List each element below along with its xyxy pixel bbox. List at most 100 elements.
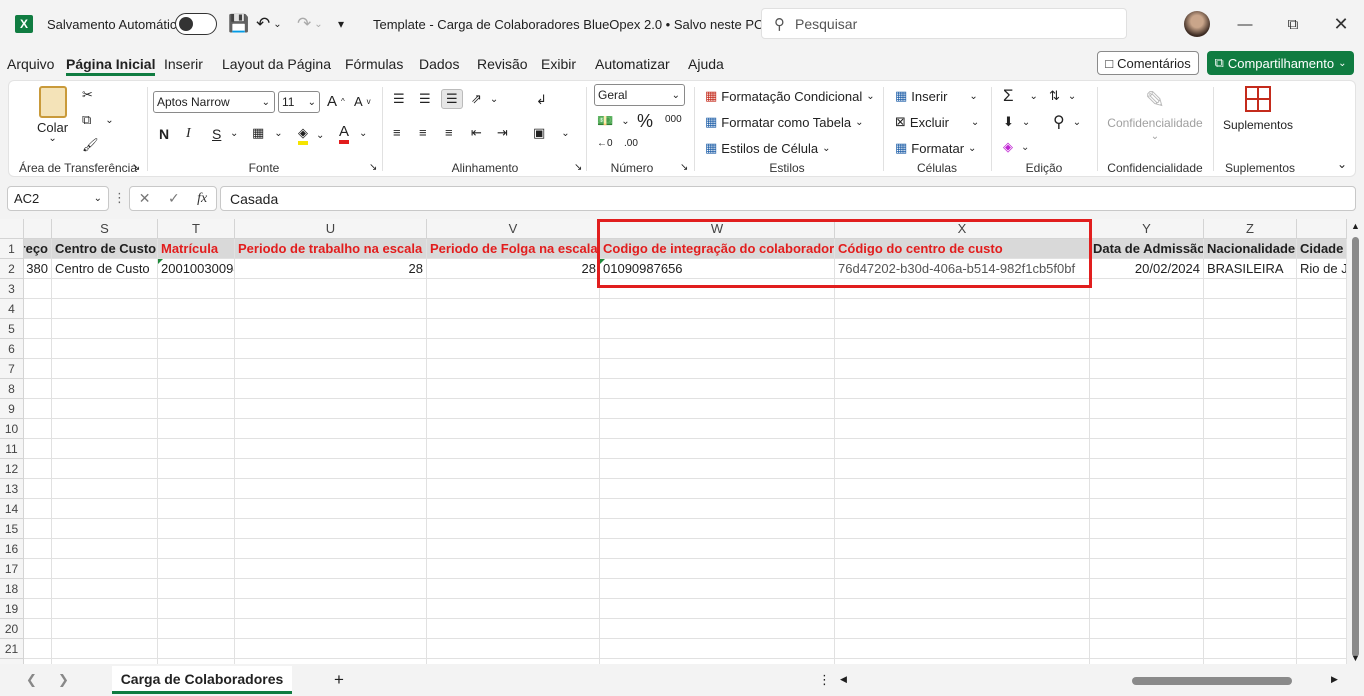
table-cell[interactable]: [1204, 459, 1297, 479]
close-icon[interactable]: ✕: [1326, 10, 1356, 38]
table-cell[interactable]: [158, 599, 235, 619]
table-cell[interactable]: [158, 639, 235, 659]
table-cell[interactable]: [600, 659, 835, 664]
data-cell[interactable]: 20/02/2024: [1090, 259, 1204, 279]
format-painter-icon[interactable]: 🖌: [82, 137, 99, 153]
table-cell[interactable]: [235, 439, 427, 459]
table-cell[interactable]: [1090, 519, 1204, 539]
quick-access-dropdown-icon[interactable]: ▾: [338, 0, 344, 48]
table-cell[interactable]: [158, 379, 235, 399]
conditional-format-button[interactable]: ▦ Formatação Condicional ⌄: [705, 88, 875, 104]
table-cell[interactable]: [235, 339, 427, 359]
table-cell[interactable]: [235, 299, 427, 319]
table-cell[interactable]: [427, 279, 600, 299]
insert-cells-button[interactable]: ▦ Inserir ⌄: [895, 88, 978, 104]
table-cell[interactable]: [1297, 299, 1347, 319]
table-cell[interactable]: [1204, 579, 1297, 599]
column-header[interactable]: Z: [1204, 219, 1297, 239]
formula-input[interactable]: Casada: [220, 186, 1356, 211]
table-cell[interactable]: [427, 579, 600, 599]
header-cell[interactable]: reço: [24, 239, 52, 259]
collapse-ribbon-icon[interactable]: ⌄: [1337, 157, 1347, 171]
table-cell[interactable]: [835, 319, 1090, 339]
column-header[interactable]: X: [835, 219, 1090, 239]
table-cell[interactable]: [24, 639, 52, 659]
add-sheet-button[interactable]: +: [334, 670, 344, 690]
table-cell[interactable]: [600, 559, 835, 579]
table-cell[interactable]: [835, 279, 1090, 299]
table-cell[interactable]: [52, 599, 158, 619]
table-cell[interactable]: [600, 299, 835, 319]
table-cell[interactable]: [600, 319, 835, 339]
table-cell[interactable]: [1297, 559, 1347, 579]
table-cell[interactable]: [600, 359, 835, 379]
table-cell[interactable]: [235, 639, 427, 659]
paste-button[interactable]: Colar ⌄: [37, 86, 68, 144]
table-cell[interactable]: [52, 499, 158, 519]
table-cell[interactable]: [24, 359, 52, 379]
table-cell[interactable]: [600, 579, 835, 599]
table-cell[interactable]: [158, 459, 235, 479]
table-cell[interactable]: [1204, 419, 1297, 439]
table-cell[interactable]: [427, 339, 600, 359]
table-cell[interactable]: [1297, 439, 1347, 459]
table-cell[interactable]: [1204, 539, 1297, 559]
table-cell[interactable]: [835, 339, 1090, 359]
increase-indent-icon[interactable]: ⇥: [497, 125, 508, 141]
table-cell[interactable]: [158, 619, 235, 639]
menu-pagina-inicial[interactable]: Página Inicial: [66, 56, 156, 76]
increase-decimal-icon[interactable]: ←0: [597, 138, 613, 149]
table-cell[interactable]: [235, 399, 427, 419]
menu-formulas[interactable]: Fórmulas: [345, 56, 403, 72]
row-header[interactable]: 17: [0, 559, 24, 579]
table-cell[interactable]: [24, 379, 52, 399]
table-cell[interactable]: [1204, 279, 1297, 299]
table-cell[interactable]: [235, 459, 427, 479]
currency-icon[interactable]: 💵 ⌄: [597, 113, 630, 129]
table-cell[interactable]: [835, 519, 1090, 539]
table-cell[interactable]: [835, 359, 1090, 379]
table-cell[interactable]: [1204, 639, 1297, 659]
table-cell[interactable]: [600, 619, 835, 639]
row-header[interactable]: 18: [0, 579, 24, 599]
format-as-table-button[interactable]: ▦ Formatar como Tabela ⌄: [705, 114, 864, 130]
table-cell[interactable]: [1090, 559, 1204, 579]
table-cell[interactable]: [835, 479, 1090, 499]
italic-button[interactable]: I: [186, 126, 191, 142]
table-cell[interactable]: [1204, 479, 1297, 499]
header-cell[interactable]: Data de Admissão: [1090, 239, 1204, 259]
table-cell[interactable]: [24, 519, 52, 539]
tabs-menu-icon[interactable]: ⋮: [818, 672, 831, 688]
table-cell[interactable]: [1204, 439, 1297, 459]
table-cell[interactable]: [1297, 399, 1347, 419]
table-cell[interactable]: [427, 459, 600, 479]
table-cell[interactable]: [24, 279, 52, 299]
table-cell[interactable]: [1090, 339, 1204, 359]
row-header[interactable]: 13: [0, 479, 24, 499]
table-cell[interactable]: [835, 459, 1090, 479]
table-cell[interactable]: [1090, 299, 1204, 319]
data-cell[interactable]: 20010030098: [158, 259, 235, 279]
delete-cells-button[interactable]: ⊠ Excluir ⌄: [895, 114, 979, 130]
column-header[interactable]: S: [52, 219, 158, 239]
table-cell[interactable]: [52, 279, 158, 299]
align-middle-icon[interactable]: ☰: [419, 91, 431, 107]
underline-button[interactable]: S: [212, 126, 221, 142]
scroll-right-icon[interactable]: ▶: [1331, 674, 1338, 685]
table-cell[interactable]: [835, 379, 1090, 399]
menu-ajuda[interactable]: Ajuda: [688, 56, 724, 72]
header-cell[interactable]: Nacionalidade: [1204, 239, 1297, 259]
header-cell[interactable]: Cidade: [1297, 239, 1347, 259]
menu-layout[interactable]: Layout da Página: [222, 56, 331, 72]
table-cell[interactable]: [158, 279, 235, 299]
borders-icon[interactable]: ▦ ⌄: [252, 125, 283, 141]
table-cell[interactable]: [835, 639, 1090, 659]
table-cell[interactable]: [235, 319, 427, 339]
table-cell[interactable]: [835, 439, 1090, 459]
table-cell[interactable]: [235, 279, 427, 299]
table-cell[interactable]: [427, 639, 600, 659]
font-color-icon[interactable]: A ⌄: [339, 123, 367, 144]
table-cell[interactable]: [427, 479, 600, 499]
table-cell[interactable]: [158, 479, 235, 499]
table-cell[interactable]: [52, 479, 158, 499]
